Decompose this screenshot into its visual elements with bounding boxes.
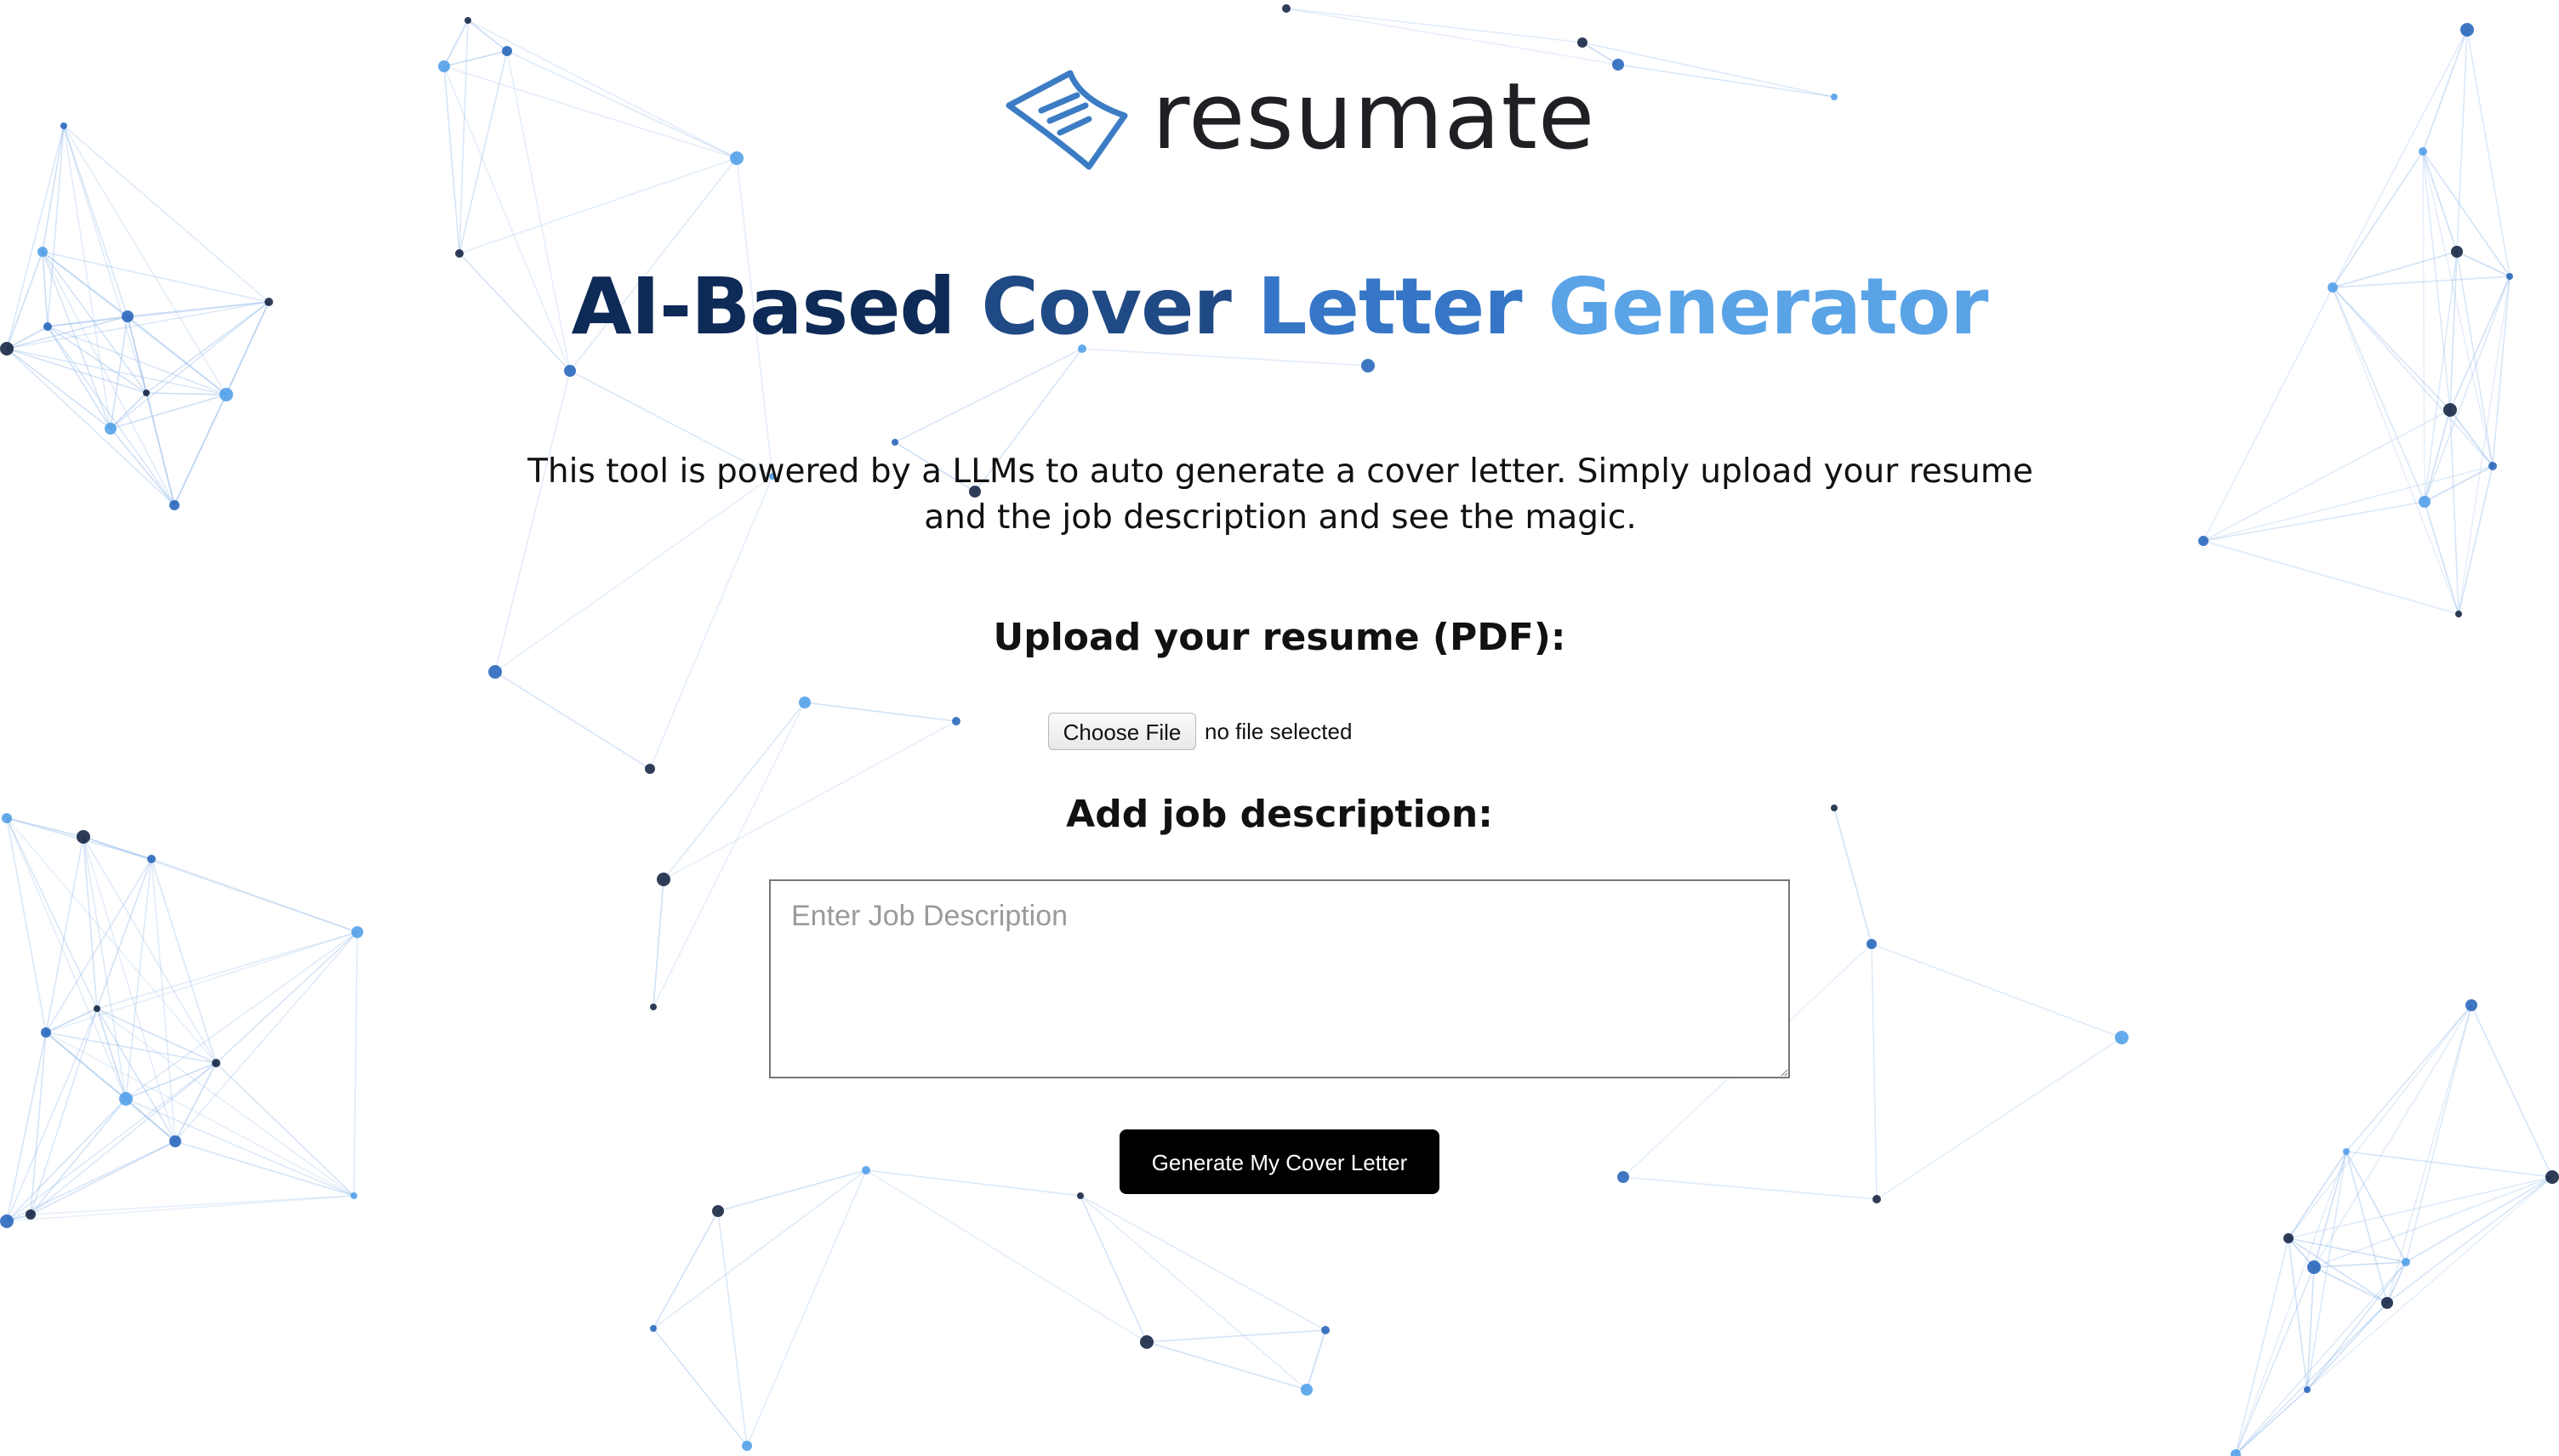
title-word: AI-Based xyxy=(571,261,956,352)
file-status-text: no file selected xyxy=(1205,719,1353,744)
title-word: Cover xyxy=(981,261,1231,352)
brand-name: resumate xyxy=(1152,64,1596,170)
tool-description: This tool is powered by a LLMs to auto g… xyxy=(527,452,2033,537)
choose-file-button[interactable]: Choose File xyxy=(1048,713,1196,750)
job-description-textarea[interactable] xyxy=(769,879,1790,1078)
generate-cover-letter-button[interactable]: Generate My Cover Letter xyxy=(1120,1129,1439,1194)
brand-logo: resumate xyxy=(1004,64,1594,175)
job-description-label: Add job description: xyxy=(1066,793,1493,836)
page-title: AI-Based Cover Letter Generator xyxy=(0,252,2559,362)
title-word: Generator xyxy=(1547,261,1989,352)
resume-upload-label: Upload your resume (PDF): xyxy=(993,616,1566,659)
paper-note-icon xyxy=(1006,70,1128,170)
title-word: Letter xyxy=(1257,261,1523,352)
page-content: resumate AI-Based Cover Letter Generator… xyxy=(0,0,2559,1456)
